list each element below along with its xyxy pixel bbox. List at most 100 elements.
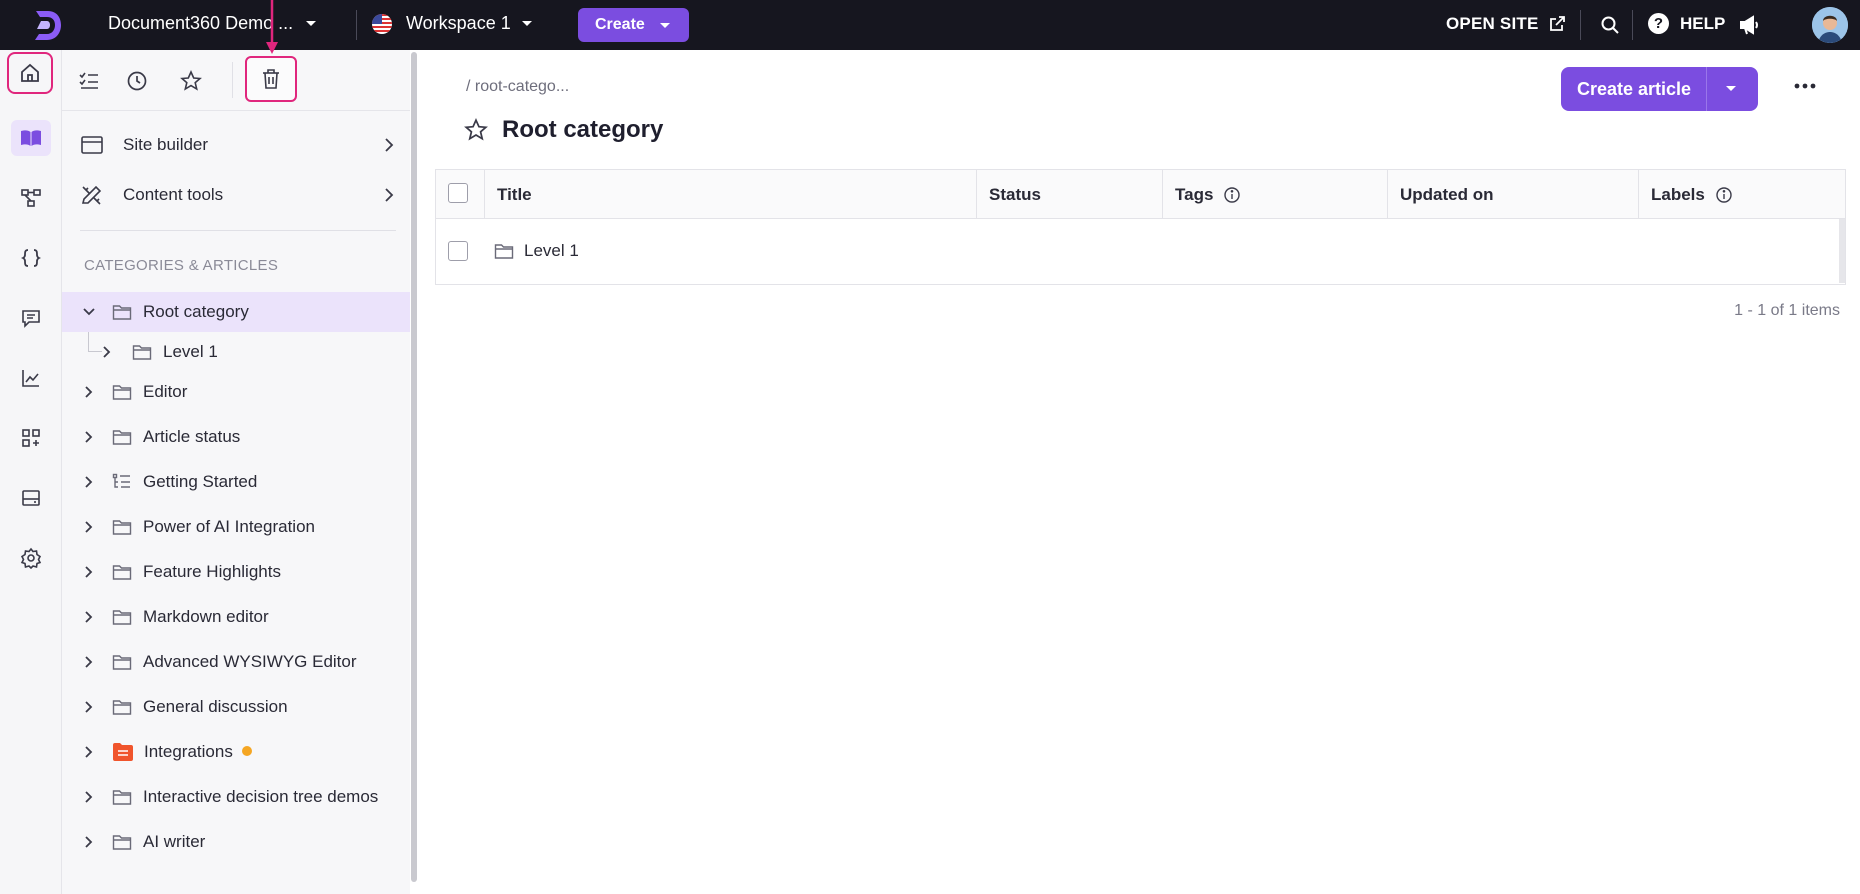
tree-item-label: Getting Started bbox=[143, 472, 258, 491]
tree-item-root-category[interactable]: Root category bbox=[62, 292, 410, 332]
table-header: Title Status Tags Updated on Labels bbox=[436, 170, 1845, 219]
tree-item-label: Root category bbox=[143, 302, 249, 321]
star-icon[interactable] bbox=[172, 62, 210, 100]
row-checkbox[interactable] bbox=[448, 241, 468, 261]
apps-add-icon[interactable] bbox=[11, 420, 51, 456]
tree-item-level-1[interactable]: Level 1 bbox=[62, 332, 410, 372]
content-tools-label: Content tools bbox=[123, 185, 224, 204]
list-tree-icon bbox=[112, 473, 130, 488]
chevron-right-icon[interactable] bbox=[84, 700, 94, 714]
clock-icon[interactable] bbox=[118, 62, 156, 100]
help-button[interactable]: ? HELP bbox=[1648, 13, 1725, 34]
chevron-right-icon[interactable] bbox=[84, 430, 94, 444]
chevron-right-icon[interactable] bbox=[84, 565, 94, 579]
help-label: HELP bbox=[1680, 13, 1726, 33]
caret-down-icon[interactable] bbox=[1725, 85, 1737, 93]
tree-item-article-status[interactable]: Article status bbox=[62, 417, 410, 457]
column-header-status[interactable]: Status bbox=[976, 170, 1162, 219]
analytics-icon[interactable] bbox=[11, 360, 51, 396]
folder-icon bbox=[112, 305, 132, 320]
tree-item-ai-writer[interactable]: AI writer bbox=[62, 822, 410, 862]
orange-folder-icon bbox=[113, 743, 133, 761]
divider bbox=[80, 230, 396, 231]
chevron-right-icon[interactable] bbox=[84, 745, 94, 759]
us-flag-icon bbox=[372, 13, 392, 34]
chevron-right-icon[interactable] bbox=[102, 345, 112, 359]
page-title: Root category bbox=[502, 116, 664, 143]
project-selector[interactable]: Document360 Demo ... bbox=[108, 13, 317, 34]
book-icon[interactable] bbox=[11, 120, 51, 156]
divider bbox=[1580, 10, 1581, 40]
table-row[interactable]: Level 1 bbox=[436, 219, 1845, 284]
tree-item-integrations[interactable]: Integrations bbox=[62, 732, 410, 772]
top-bar: Document360 Demo ... Workspace 1 Create … bbox=[0, 0, 1860, 50]
chevron-right-icon[interactable] bbox=[84, 475, 94, 489]
folder-icon bbox=[494, 244, 514, 259]
tree-item-editor[interactable]: Editor bbox=[62, 372, 410, 412]
tree-item-general-discussion[interactable]: General discussion bbox=[62, 687, 410, 727]
panel-toolbar bbox=[62, 50, 410, 111]
tree-item-markdown-editor[interactable]: Markdown editor bbox=[62, 597, 410, 637]
recycle-bin-icon[interactable] bbox=[245, 56, 297, 102]
api-tree-icon[interactable] bbox=[11, 180, 51, 216]
folder-icon bbox=[112, 790, 132, 805]
checklist-icon[interactable] bbox=[70, 62, 108, 100]
pagination-info: 1 - 1 of 1 items bbox=[1734, 302, 1840, 319]
folder-icon bbox=[112, 655, 132, 670]
info-icon[interactable] bbox=[1223, 186, 1241, 204]
user-avatar[interactable] bbox=[1812, 7, 1848, 43]
column-header-updated-on[interactable]: Updated on bbox=[1387, 170, 1638, 219]
drive-icon[interactable] bbox=[11, 480, 51, 516]
star-icon[interactable] bbox=[464, 118, 488, 142]
tree-item-label: Markdown editor bbox=[143, 607, 269, 626]
section-title: CATEGORIES & ARTICLES bbox=[84, 257, 279, 274]
tree-item-power-of-ai[interactable]: Power of AI Integration bbox=[62, 507, 410, 547]
create-article-button[interactable]: Create article bbox=[1561, 67, 1758, 111]
chevron-right-icon[interactable] bbox=[84, 835, 94, 849]
folder-icon bbox=[112, 385, 132, 400]
search-icon[interactable] bbox=[1600, 15, 1620, 35]
chevron-right-icon[interactable] bbox=[84, 385, 94, 399]
tree-item-label: Editor bbox=[143, 382, 188, 401]
chevron-down-icon[interactable] bbox=[82, 307, 96, 317]
workspace-selector[interactable]: Workspace 1 bbox=[372, 13, 533, 34]
info-icon[interactable] bbox=[1715, 186, 1733, 204]
annotation-arrow bbox=[266, 0, 278, 54]
select-all-checkbox[interactable] bbox=[448, 183, 468, 203]
main-content: / root-catego... Root category Create ar… bbox=[420, 50, 1860, 894]
breadcrumb[interactable]: / root-catego... bbox=[466, 78, 569, 96]
panel-scrollbar[interactable] bbox=[411, 52, 417, 882]
comment-icon[interactable] bbox=[11, 300, 51, 336]
tree-item-label: AI writer bbox=[143, 832, 206, 851]
tree-item-getting-started[interactable]: Getting Started bbox=[62, 462, 410, 502]
create-article-label: Create article bbox=[1577, 78, 1692, 99]
more-options-icon[interactable] bbox=[1794, 83, 1816, 89]
chevron-right-icon[interactable] bbox=[84, 610, 94, 624]
content-tools-menu[interactable]: Content tools bbox=[62, 173, 410, 217]
chevron-right-icon[interactable] bbox=[84, 790, 94, 804]
column-header-title[interactable]: Title bbox=[484, 170, 976, 219]
chevron-right-icon[interactable] bbox=[84, 655, 94, 669]
settings-icon[interactable] bbox=[11, 540, 51, 576]
tree-item-feature-highlights[interactable]: Feature Highlights bbox=[62, 552, 410, 592]
table-scrollbar[interactable] bbox=[1839, 219, 1845, 283]
page-title-row: Root category bbox=[464, 116, 663, 144]
open-site-link[interactable]: OPEN SITE bbox=[1446, 14, 1566, 34]
document360-logo[interactable] bbox=[28, 7, 64, 43]
column-header-labels[interactable]: Labels bbox=[1638, 170, 1838, 219]
code-braces-icon[interactable] bbox=[11, 240, 51, 276]
folder-icon bbox=[112, 610, 132, 625]
tree-item-label: General discussion bbox=[143, 697, 288, 716]
external-link-icon bbox=[1549, 16, 1565, 31]
open-site-label: OPEN SITE bbox=[1446, 14, 1539, 33]
chevron-right-icon[interactable] bbox=[84, 520, 94, 534]
megaphone-icon[interactable] bbox=[1738, 14, 1760, 36]
row-title[interactable]: Level 1 bbox=[494, 241, 579, 261]
tree-item-advanced-wysiwyg[interactable]: Advanced WYSIWYG Editor bbox=[62, 642, 410, 682]
create-button[interactable]: Create bbox=[578, 8, 689, 42]
tree-item-interactive-decision-tree[interactable]: Interactive decision tree demos bbox=[62, 777, 410, 817]
site-builder-menu[interactable]: Site builder bbox=[62, 123, 410, 167]
tree-item-label: Level 1 bbox=[163, 342, 218, 361]
home-icon[interactable] bbox=[7, 52, 53, 94]
column-header-tags[interactable]: Tags bbox=[1162, 170, 1387, 219]
